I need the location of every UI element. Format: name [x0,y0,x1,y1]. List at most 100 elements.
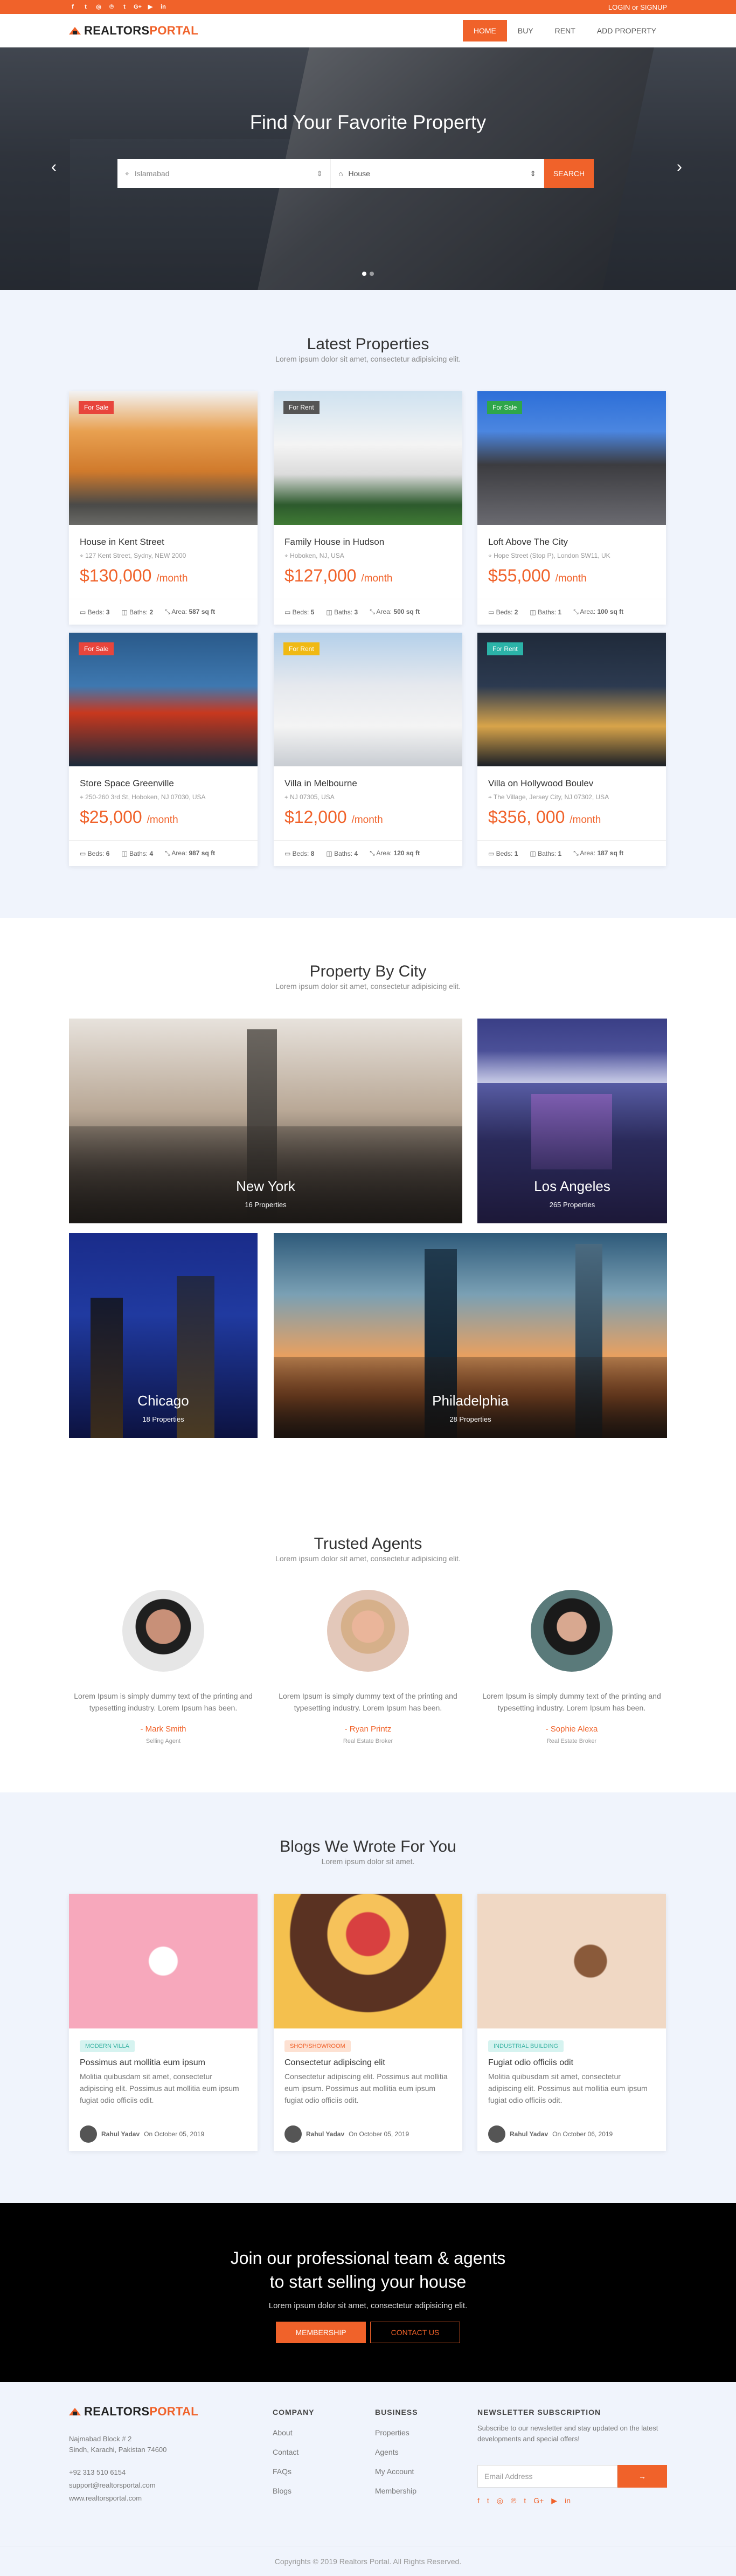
footer-link-agents[interactable]: Agents [375,2442,418,2462]
tumblr-icon[interactable]: t [121,3,128,11]
blog-category-tag[interactable]: SHOP/SHOWROOM [284,2040,351,2052]
google-plus-icon[interactable]: G+ [134,3,142,11]
property-card[interactable]: For Rent Villa on Hollywood Boulev ⌖ The V… [477,633,666,866]
footer-link-my-account[interactable]: My Account [375,2462,418,2481]
agent-name[interactable]: - Sophie Alexa [477,1725,666,1734]
carousel-prev-arrow-icon[interactable]: ‹ [51,158,57,176]
tumblr-icon[interactable]: t [524,2496,526,2505]
city-name: New York [236,1178,295,1194]
carousel-dot-active[interactable] [362,272,366,276]
twitter-icon[interactable]: t [487,2496,489,2505]
property-card[interactable]: For Sale Store Space Greenville ⌖ 250-260 … [69,633,258,866]
blog-card[interactable]: SHOP/SHOWROOM Consectetur adipiscing elit… [274,1894,462,2151]
nav-add-property[interactable]: ADD PROPERTY [586,20,667,41]
property-title[interactable]: Store Space Greenville [80,778,174,789]
nav-buy[interactable]: BUY [507,20,544,41]
blog-image[interactable] [274,1894,462,2028]
area-value: 187 sq ft [597,849,624,857]
author-name[interactable]: Rahul Yadav [306,2130,344,2138]
footer-link-about[interactable]: About [273,2423,315,2442]
facebook-icon[interactable]: f [69,3,77,11]
property-image[interactable]: For Sale [69,633,258,766]
google-plus-icon[interactable]: G+ [533,2496,544,2505]
twitter-icon[interactable]: t [82,3,89,11]
pinterest-icon[interactable]: ℗ [108,3,115,11]
location-select[interactable]: ⌖ Islamabad ⇕ [117,159,331,188]
price-period: /month [555,573,587,584]
listing-status-badge: For Rent [283,401,320,414]
facebook-icon[interactable]: f [477,2496,480,2505]
property-image[interactable]: For Sale [69,391,258,525]
property-title[interactable]: Villa on Hollywood Boulev [488,778,593,789]
footer-link-membership[interactable]: Membership [375,2481,418,2501]
city-card-chicago[interactable]: Chicago 18 Properties [69,1233,258,1438]
author-name[interactable]: Rahul Yadav [510,2130,548,2138]
author-avatar [80,2125,97,2143]
blog-title[interactable]: Possimus aut mollitia eum ipsum [80,2058,205,2068]
city-card-los-angeles[interactable]: Los Angeles 265 Properties [477,1019,667,1223]
property-card[interactable]: For Rent Villa in Melbourne ⌖ NJ 07305, US… [274,633,462,866]
nav-home[interactable]: HOME [462,20,507,41]
property-title[interactable]: House in Kent Street [80,537,164,548]
instagram-icon[interactable]: ◎ [497,2496,503,2505]
youtube-icon[interactable]: ▶ [147,3,154,11]
footer-link-faqs[interactable]: FAQs [273,2462,315,2481]
footer-link-blogs[interactable]: Blogs [273,2481,315,2501]
site-logo[interactable]: REALTORS PORTAL [69,24,198,38]
footer-link-properties[interactable]: Properties [375,2423,418,2442]
youtube-icon[interactable]: ▶ [551,2496,557,2505]
carousel-next-arrow-icon[interactable]: › [677,158,682,176]
city-card-new-york[interactable]: New York 16 Properties [69,1019,462,1223]
blog-image[interactable] [477,1894,666,2028]
property-card[interactable]: For Rent Family House in Hudson ⌖ Hoboken,… [274,391,462,625]
agent-avatar[interactable] [531,1590,613,1672]
linkedin-icon[interactable]: in [565,2496,571,2505]
property-image[interactable]: For Rent [477,633,666,766]
agent-name[interactable]: - Ryan Printz [274,1725,462,1734]
blog-card[interactable]: INDUSTRIAL BUILDING Fugiat odio officiis … [477,1894,666,2151]
property-title[interactable]: Loft Above The City [488,537,568,548]
email-link[interactable]: support@realtorsportal.com [69,2479,156,2492]
area-label: Area: [376,608,392,615]
select-arrows-icon: ⇕ [530,169,536,178]
bath-icon: ◫ [530,608,538,616]
agent-avatar[interactable] [122,1590,204,1672]
carousel-dot[interactable] [370,272,374,276]
agent-name[interactable]: - Mark Smith [69,1725,258,1734]
phone-number[interactable]: +92 313 510 6154 [69,2466,156,2479]
footer-logo[interactable]: REALTORS PORTAL [69,2405,198,2419]
instagram-icon[interactable]: ◎ [95,3,102,11]
linkedin-icon[interactable]: in [159,3,167,11]
property-image[interactable]: For Rent [274,633,462,766]
newsletter-submit-button[interactable]: → [617,2465,667,2488]
membership-button[interactable]: MEMBERSHIP [276,2322,366,2343]
search-button[interactable]: SEARCH [544,159,594,188]
blog-category-tag[interactable]: MODERN VILLA [80,2040,135,2052]
agent-avatar[interactable] [327,1590,409,1672]
blog-title[interactable]: Consectetur adipiscing elit [284,2058,385,2068]
property-title[interactable]: Villa in Melbourne [284,778,357,789]
blog-card[interactable]: MODERN VILLA Possimus aut mollitia eum ip… [69,1894,258,2151]
blog-category-tag[interactable]: INDUSTRIAL BUILDING [488,2040,564,2052]
home-icon: ⌂ [338,169,343,178]
property-image[interactable]: For Sale [477,391,666,525]
newsletter-email-input[interactable]: Email Address [477,2465,617,2488]
city-property-count: 28 Properties [449,1415,491,1423]
city-card-philadelphia[interactable]: Philadelphia 28 Properties [274,1233,667,1438]
property-card[interactable]: For Sale Loft Above The City ⌖ Hope Street… [477,391,666,625]
property-address-text: Hope Street (Stop P), London SW11, UK [494,552,610,559]
blog-image[interactable] [69,1894,258,2028]
nav-rent[interactable]: RENT [544,20,586,41]
property-title[interactable]: Family House in Hudson [284,537,384,548]
property-card[interactable]: For Sale House in Kent Street ⌖ 127 Kent S… [69,391,258,625]
property-image[interactable]: For Rent [274,391,462,525]
website-link[interactable]: www.realtorsportal.com [69,2492,156,2505]
pinterest-icon[interactable]: ℗ [511,2496,516,2505]
login-signup-link[interactable]: LOGIN or SIGNUP [608,3,667,11]
footer-link-contact[interactable]: Contact [273,2442,315,2462]
property-by-city-title: Property By City [309,962,427,980]
contact-us-button[interactable]: CONTACT US [370,2322,460,2343]
author-name[interactable]: Rahul Yadav [101,2130,140,2138]
blog-title[interactable]: Fugiat odio officiis odit [488,2058,573,2068]
property-type-select[interactable]: ⌂ House ⇕ [331,159,544,188]
